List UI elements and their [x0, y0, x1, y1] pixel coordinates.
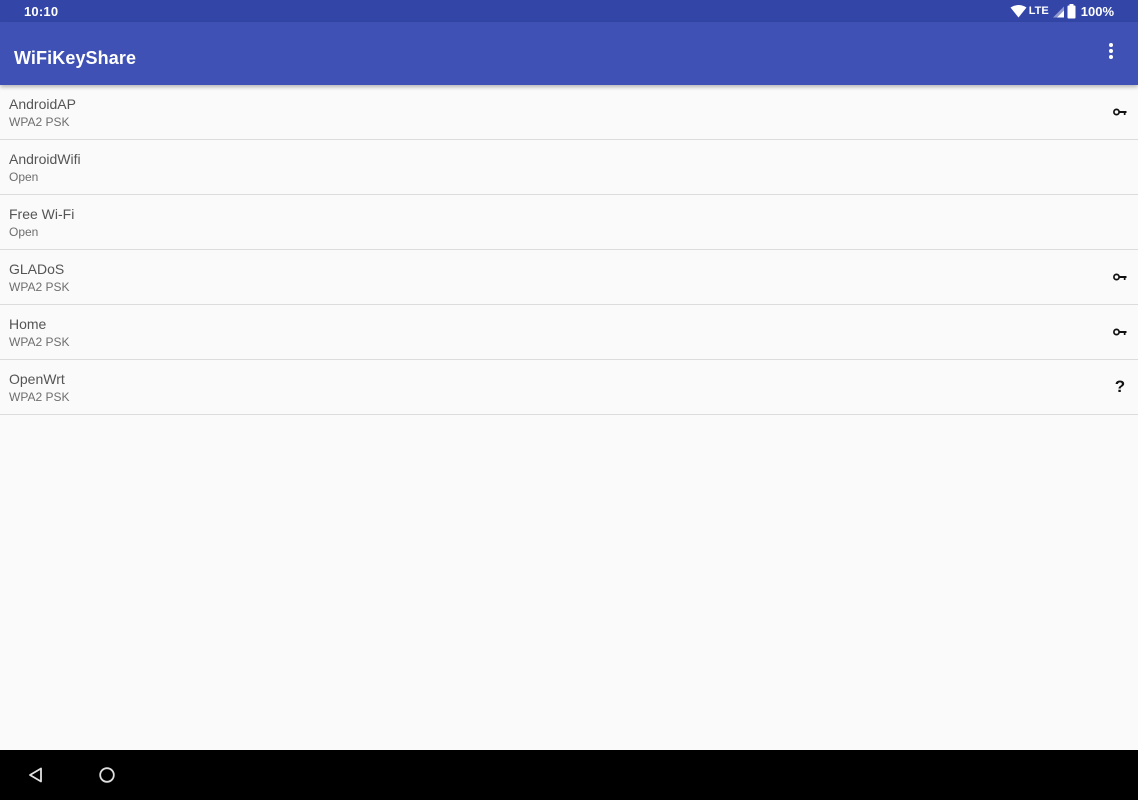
status-time: 10:10 — [24, 4, 59, 19]
back-triangle-icon — [24, 767, 48, 791]
app-title: WiFiKeyShare — [14, 48, 137, 68]
home-button[interactable] — [95, 763, 119, 787]
network-ssid: GLADoS — [9, 261, 65, 277]
key-icon — [1112, 102, 1128, 122]
overflow-menu-button[interactable] — [1096, 38, 1126, 68]
network-security: WPA2 PSK — [9, 280, 70, 294]
network-ssid: Home — [9, 316, 47, 332]
key-icon — [1112, 267, 1128, 287]
battery-icon — [1067, 3, 1076, 19]
network-ssid: Free Wi-Fi — [9, 206, 75, 222]
screen: 10:10 LTE 100% WiFiKeyShare AndroidAP WP… — [0, 0, 1138, 800]
network-ssid: AndroidAP — [9, 96, 76, 112]
network-security: Open — [9, 170, 39, 184]
network-item-openwrt[interactable]: OpenWrt WPA2 PSK ? — [0, 360, 1138, 415]
home-circle-icon — [95, 767, 119, 791]
network-security: WPA2 PSK — [9, 390, 70, 404]
navigation-bar — [0, 750, 1138, 800]
status-icons: LTE 100% — [1010, 3, 1114, 19]
app-bar: WiFiKeyShare — [0, 22, 1138, 85]
network-item-androidap[interactable]: AndroidAP WPA2 PSK — [0, 85, 1138, 140]
battery-percent: 100% — [1080, 3, 1114, 19]
key-icon — [1112, 322, 1128, 342]
cell-signal-icon — [1052, 5, 1065, 18]
network-list: AndroidAP WPA2 PSK AndroidWifi Open Free… — [0, 85, 1138, 415]
network-ssid: OpenWrt — [9, 371, 65, 387]
question-icon: ? — [1114, 377, 1126, 396]
network-ssid: AndroidWifi — [9, 151, 81, 167]
network-item-home[interactable]: Home WPA2 PSK — [0, 305, 1138, 360]
network-item-glados[interactable]: GLADoS WPA2 PSK — [0, 250, 1138, 305]
status-bar: 10:10 LTE 100% — [0, 0, 1138, 22]
network-security: Open — [9, 225, 39, 239]
network-item-androidwifi[interactable]: AndroidWifi Open — [0, 140, 1138, 195]
network-item-free-wi-fi[interactable]: Free Wi-Fi Open — [0, 195, 1138, 250]
network-security: WPA2 PSK — [9, 115, 70, 129]
network-type: LTE — [1028, 5, 1049, 17]
more-vert-icon — [1108, 42, 1114, 65]
back-button[interactable] — [24, 763, 48, 787]
wifi-signal-icon — [1010, 4, 1027, 18]
network-security: WPA2 PSK — [9, 335, 70, 349]
